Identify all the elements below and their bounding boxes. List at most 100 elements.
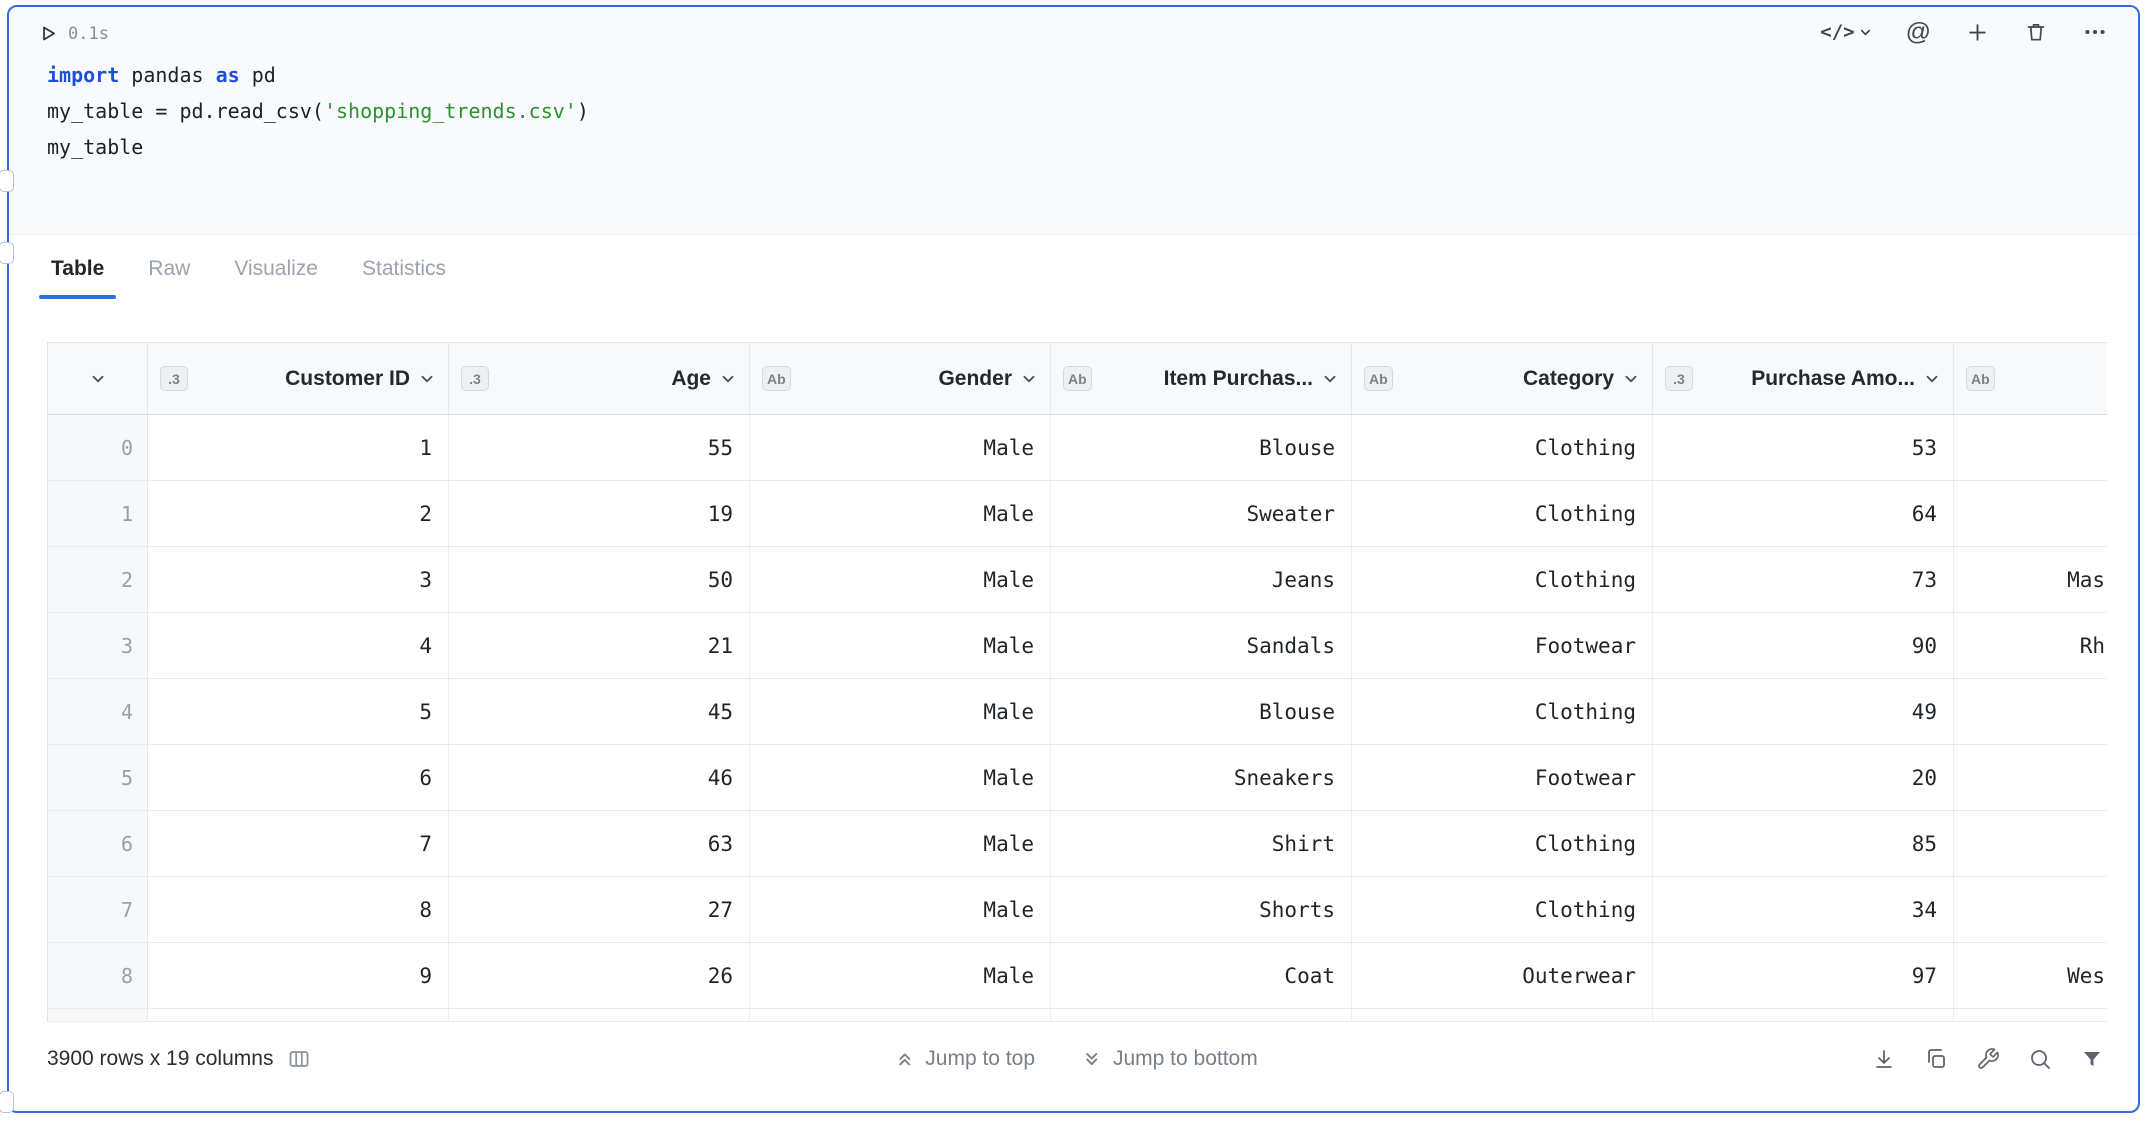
table-cell[interactable]: 63 [449,811,750,876]
table-cell[interactable] [1954,679,2107,744]
table-cell[interactable]: Rh [1954,613,2107,678]
table-cell[interactable]: Male [750,415,1051,480]
mention-icon[interactable]: @ [1906,20,1931,45]
table-row[interactable]: 6763MaleShirtClothing85 [48,811,2107,877]
jump-to-bottom-button[interactable]: Jump to bottom [1081,1047,1258,1071]
table-cell[interactable] [1954,481,2107,546]
table-cell[interactable]: 8 [148,877,449,942]
block-handle-icon[interactable] [0,1091,14,1113]
table-cell[interactable]: 3 [148,547,449,612]
table-cell[interactable]: Sandals [1051,613,1352,678]
table-row[interactable]: 3421MaleSandalsFootwear90Rh [48,613,2107,679]
download-icon[interactable] [1872,1047,1896,1071]
column-header-category[interactable]: AbCategory [1352,343,1653,414]
table-row[interactable]: 5646MaleSneakersFootwear20 [48,745,2107,811]
table-cell[interactable]: 55 [449,415,750,480]
table-row[interactable]: 7827MaleShortsClothing34 [48,877,2107,943]
filter-icon[interactable] [2080,1047,2104,1071]
table-cell[interactable]: 27 [449,877,750,942]
delete-icon[interactable] [2024,20,2048,44]
table-cell[interactable] [449,1009,750,1021]
code-content[interactable]: import pandas as pdmy_table = pd.read_cs… [47,57,589,165]
table-cell[interactable]: 19 [449,481,750,546]
table-cell[interactable]: 50 [449,547,750,612]
table-cell[interactable]: 6 [148,745,449,810]
table-cell[interactable]: 34 [1653,877,1954,942]
column-header-age[interactable]: .3Age [449,343,750,414]
table-cell[interactable]: Clothing [1352,481,1653,546]
table-cell[interactable]: Footwear [1352,613,1653,678]
code-editor[interactable]: 0.1s import pandas as pdmy_table = pd.re… [9,7,2138,235]
table-cell[interactable]: Jeans [1051,547,1352,612]
table-cell[interactable] [1653,1009,1954,1021]
table-row[interactable]: 4545MaleBlouseClothing49 [48,679,2107,745]
table-cell[interactable]: Clothing [1352,415,1653,480]
table-cell[interactable] [1954,877,2107,942]
column-header-col-6[interactable]: Ab [1954,343,2107,414]
table-cell[interactable] [1352,1009,1653,1021]
columns-icon[interactable] [287,1047,311,1071]
table-cell[interactable] [1954,745,2107,810]
table-cell[interactable] [148,1009,449,1021]
table-cell[interactable]: Male [750,481,1051,546]
table-cell[interactable]: 9 [148,943,449,1008]
table-cell[interactable]: Male [750,679,1051,744]
table-cell[interactable]: 2 [148,481,449,546]
table-cell[interactable]: 85 [1653,811,1954,876]
search-icon[interactable] [2028,1047,2052,1071]
table-cell[interactable]: Clothing [1352,811,1653,876]
table-cell[interactable]: Male [750,745,1051,810]
table-cell[interactable]: 49 [1653,679,1954,744]
copy-icon[interactable] [1924,1047,1948,1071]
code-line[interactable]: my_table [47,129,589,165]
more-options-icon[interactable] [2082,19,2108,45]
column-header-item-purchas[interactable]: AbItem Purchas... [1051,343,1352,414]
table-cell[interactable]: 26 [449,943,750,1008]
table-cell[interactable] [1954,811,2107,876]
table-row[interactable]: 2350MaleJeansClothing73Mas [48,547,2107,613]
table-cell[interactable]: 45 [449,679,750,744]
table-cell[interactable]: Male [750,943,1051,1008]
table-cell[interactable]: Mas [1954,547,2107,612]
table-cell[interactable] [1954,415,2107,480]
table-cell[interactable]: 73 [1653,547,1954,612]
index-column-header[interactable] [48,343,148,414]
code-block-icon[interactable]: </> [1820,21,1871,43]
table-cell[interactable]: 90 [1653,613,1954,678]
table-cell[interactable]: Clothing [1352,679,1653,744]
table-cell[interactable]: 7 [148,811,449,876]
table-cell[interactable]: 1 [148,415,449,480]
table-cell[interactable]: Blouse [1051,415,1352,480]
tab-table[interactable]: Table [47,257,108,299]
table-cell[interactable]: Footwear [1352,745,1653,810]
table-cell[interactable]: 20 [1653,745,1954,810]
table-cell[interactable]: Outerwear [1352,943,1653,1008]
table-cell[interactable]: Shirt [1051,811,1352,876]
table-cell[interactable]: Male [750,877,1051,942]
table-cell[interactable]: Male [750,613,1051,678]
table-cell[interactable]: Male [750,811,1051,876]
table-cell[interactable]: Clothing [1352,877,1653,942]
table-cell[interactable]: Coat [1051,943,1352,1008]
code-line[interactable]: import pandas as pd [47,57,589,93]
block-handle-icon[interactable] [0,170,14,192]
table-cell[interactable]: 53 [1653,415,1954,480]
table-cell[interactable]: 46 [449,745,750,810]
tab-visualize[interactable]: Visualize [230,257,322,299]
table-row[interactable]: 0155MaleBlouseClothing53 [48,415,2107,481]
add-block-icon[interactable] [1965,20,1990,45]
table-cell[interactable]: 21 [449,613,750,678]
code-line[interactable]: my_table = pd.read_csv('shopping_trends.… [47,93,589,129]
column-header-customer-id[interactable]: .3Customer ID [148,343,449,414]
table-cell[interactable]: 4 [148,613,449,678]
table-cell[interactable]: Male [750,547,1051,612]
table-cell[interactable]: Wes [1954,943,2107,1008]
tools-icon[interactable] [1976,1047,2000,1071]
table-row[interactable]: 1219MaleSweaterClothing64 [48,481,2107,547]
tab-raw[interactable]: Raw [144,257,194,299]
table-cell[interactable]: Shorts [1051,877,1352,942]
table-cell[interactable]: Sweater [1051,481,1352,546]
column-header-purchase-amo[interactable]: .3Purchase Amo... [1653,343,1954,414]
table-cell[interactable]: Blouse [1051,679,1352,744]
table-row[interactable] [48,1009,2107,1022]
